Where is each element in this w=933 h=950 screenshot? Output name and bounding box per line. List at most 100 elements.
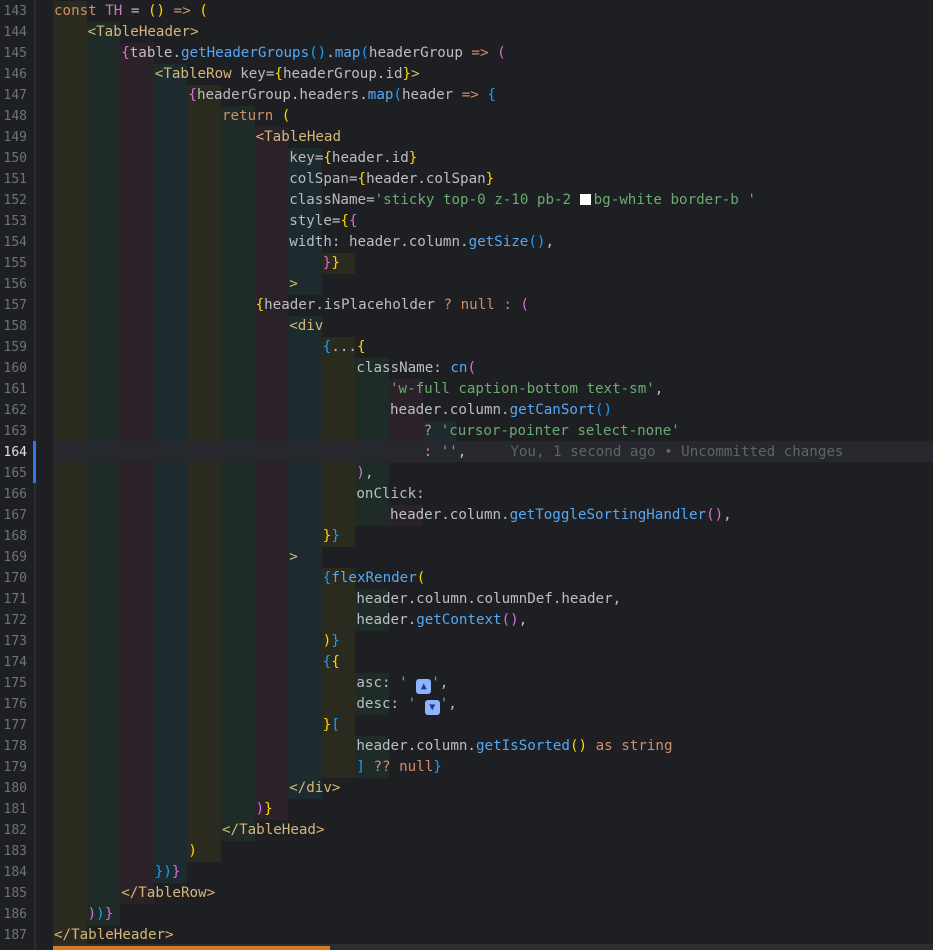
code-line[interactable]: 180 </div> [0, 778, 933, 799]
code-line[interactable]: 151 colSpan={header.colSpan} [0, 169, 933, 190]
line-number[interactable]: 171 [0, 589, 27, 610]
code-text[interactable]: ] ?? null} [356, 757, 441, 778]
code-line[interactable]: 175 asc: ' ▲ ', [0, 673, 933, 694]
code-text[interactable]: ? 'cursor-pointer select-none' [424, 421, 680, 442]
code-text[interactable]: header.getContext(), [356, 610, 527, 631]
code-text[interactable]: <div [289, 316, 323, 337]
code-line[interactable]: 143 const TH = () => ( [0, 1, 933, 22]
code-line[interactable]: 174 {{ [0, 652, 933, 673]
code-line[interactable]: 158 <div [0, 316, 933, 337]
code-line[interactable]: 157 {header.isPlaceholder ? null : ( [0, 295, 933, 316]
line-number[interactable]: 157 [0, 295, 27, 316]
code-line[interactable]: 153 style={{ [0, 211, 933, 232]
code-text[interactable]: ), [356, 463, 373, 484]
code-line[interactable]: 187 </TableHeader> [0, 925, 933, 946]
line-number[interactable]: 144 [0, 22, 27, 43]
line-number[interactable]: 153 [0, 211, 27, 232]
code-text[interactable]: header.column.getIsSorted() as string [356, 736, 672, 757]
line-number[interactable]: 184 [0, 862, 27, 883]
code-text[interactable]: })} [155, 862, 181, 883]
line-number[interactable]: 178 [0, 736, 27, 757]
code-line[interactable]: 159 {...{ [0, 337, 933, 358]
line-number[interactable]: 151 [0, 169, 27, 190]
code-text[interactable]: <TableRow key={headerGroup.id}> [155, 64, 420, 85]
code-text[interactable]: </div> [289, 778, 340, 799]
code-line[interactable]: 176 desc: ' ▼ ', [0, 694, 933, 715]
line-number[interactable]: 154 [0, 232, 27, 253]
line-number[interactable]: 185 [0, 883, 27, 904]
code-text[interactable]: onClick: [356, 484, 424, 505]
code-text[interactable]: desc: ' ▼ ', [356, 694, 457, 715]
line-number[interactable]: 168 [0, 526, 27, 547]
code-text[interactable]: </TableHeader> [54, 925, 174, 946]
code-line[interactable]: 150 key={header.id} [0, 148, 933, 169]
code-line[interactable]: 147 {headerGroup.headers.map(header => { [0, 85, 933, 106]
git-blame-annotation[interactable]: You, 1 second ago • Uncommitted changes [510, 444, 843, 460]
code-line[interactable]: 148 return ( [0, 106, 933, 127]
code-line[interactable]: 167 header.column.getToggleSortingHandler… [0, 505, 933, 526]
code-text[interactable]: style={{ [289, 211, 357, 232]
line-number[interactable]: 164 [0, 442, 27, 463]
code-text[interactable]: ))} [88, 904, 114, 925]
line-number[interactable]: 181 [0, 799, 27, 820]
line-number[interactable]: 177 [0, 715, 27, 736]
code-line[interactable]: 145 {table.getHeaderGroups().map(headerGr… [0, 43, 933, 64]
line-number[interactable]: 162 [0, 400, 27, 421]
line-number[interactable]: 182 [0, 820, 27, 841]
code-text[interactable]: > [289, 274, 298, 295]
code-line[interactable]: 169 > [0, 547, 933, 568]
code-text[interactable]: className: cn( [356, 358, 476, 379]
code-line[interactable]: 168}} [0, 526, 933, 547]
line-number[interactable]: 145 [0, 43, 27, 64]
code-text[interactable]: 'w-full caption-bottom text-sm', [390, 379, 663, 400]
code-text[interactable]: }} [323, 526, 340, 547]
code-line[interactable]: 186))} [0, 904, 933, 925]
code-text[interactable]: header.column.getCanSort() [390, 400, 612, 421]
code-text[interactable]: > [289, 547, 298, 568]
line-number[interactable]: 187 [0, 925, 27, 946]
line-number[interactable]: 159 [0, 337, 27, 358]
code-text[interactable]: <TableHead [256, 127, 341, 148]
code-text[interactable]: </TableRow> [121, 883, 215, 904]
code-line[interactable]: 162 header.column.getCanSort() [0, 400, 933, 421]
code-text[interactable]: className='sticky top-0 z-10 pb-2 bg-whi… [289, 190, 756, 211]
code-line[interactable]: 173)} [0, 631, 933, 652]
code-text[interactable]: {header.isPlaceholder ? null : ( [256, 295, 529, 316]
code-line[interactable]: 163 ? 'cursor-pointer select-none' [0, 421, 933, 442]
code-text[interactable]: )} [256, 799, 273, 820]
code-text[interactable]: asc: ' ▲ ', [356, 673, 448, 694]
line-number[interactable]: 175 [0, 673, 27, 694]
line-number[interactable]: 163 [0, 421, 27, 442]
line-number[interactable]: 149 [0, 127, 27, 148]
code-line[interactable]: 146 <TableRow key={headerGroup.id}> [0, 64, 933, 85]
line-number[interactable]: 156 [0, 274, 27, 295]
line-number[interactable]: 147 [0, 85, 27, 106]
line-number[interactable]: 160 [0, 358, 27, 379]
code-text[interactable]: {table.getHeaderGroups().map(headerGroup… [121, 43, 505, 64]
code-editor[interactable]: 143 const TH = () => (144 <TableHeader> 145… [0, 0, 933, 950]
line-number[interactable]: 173 [0, 631, 27, 652]
code-text[interactable]: {{ [323, 652, 340, 673]
line-number[interactable]: 167 [0, 505, 27, 526]
code-text[interactable]: return ( [222, 106, 290, 127]
code-text[interactable]: colSpan={header.colSpan} [289, 169, 494, 190]
code-line[interactable]: 181)} [0, 799, 933, 820]
code-text[interactable]: header.column.getToggleSortingHandler(), [390, 505, 732, 526]
code-line[interactable]: 164 : '', You, 1 second ago • Uncommitted … [0, 442, 933, 463]
code-line[interactable]: 152 className='sticky top-0 z-10 pb-2 bg-… [0, 190, 933, 211]
code-text[interactable]: : '', You, 1 second ago • Uncommitted cha… [424, 442, 844, 463]
code-line[interactable]: 144 <TableHeader> [0, 22, 933, 43]
line-number[interactable]: 152 [0, 190, 27, 211]
code-line[interactable]: 183) [0, 841, 933, 862]
code-line[interactable]: 155}} [0, 253, 933, 274]
code-line[interactable]: 177 }[ [0, 715, 933, 736]
line-number[interactable]: 170 [0, 568, 27, 589]
code-line[interactable]: 165), [0, 463, 933, 484]
line-number[interactable]: 186 [0, 904, 27, 925]
code-text[interactable]: )} [323, 631, 340, 652]
code-text[interactable]: }[ [323, 715, 340, 736]
code-text[interactable]: </TableHead> [222, 820, 325, 841]
line-number[interactable]: 176 [0, 694, 27, 715]
line-number[interactable]: 166 [0, 484, 27, 505]
code-text[interactable]: key={header.id} [289, 148, 417, 169]
